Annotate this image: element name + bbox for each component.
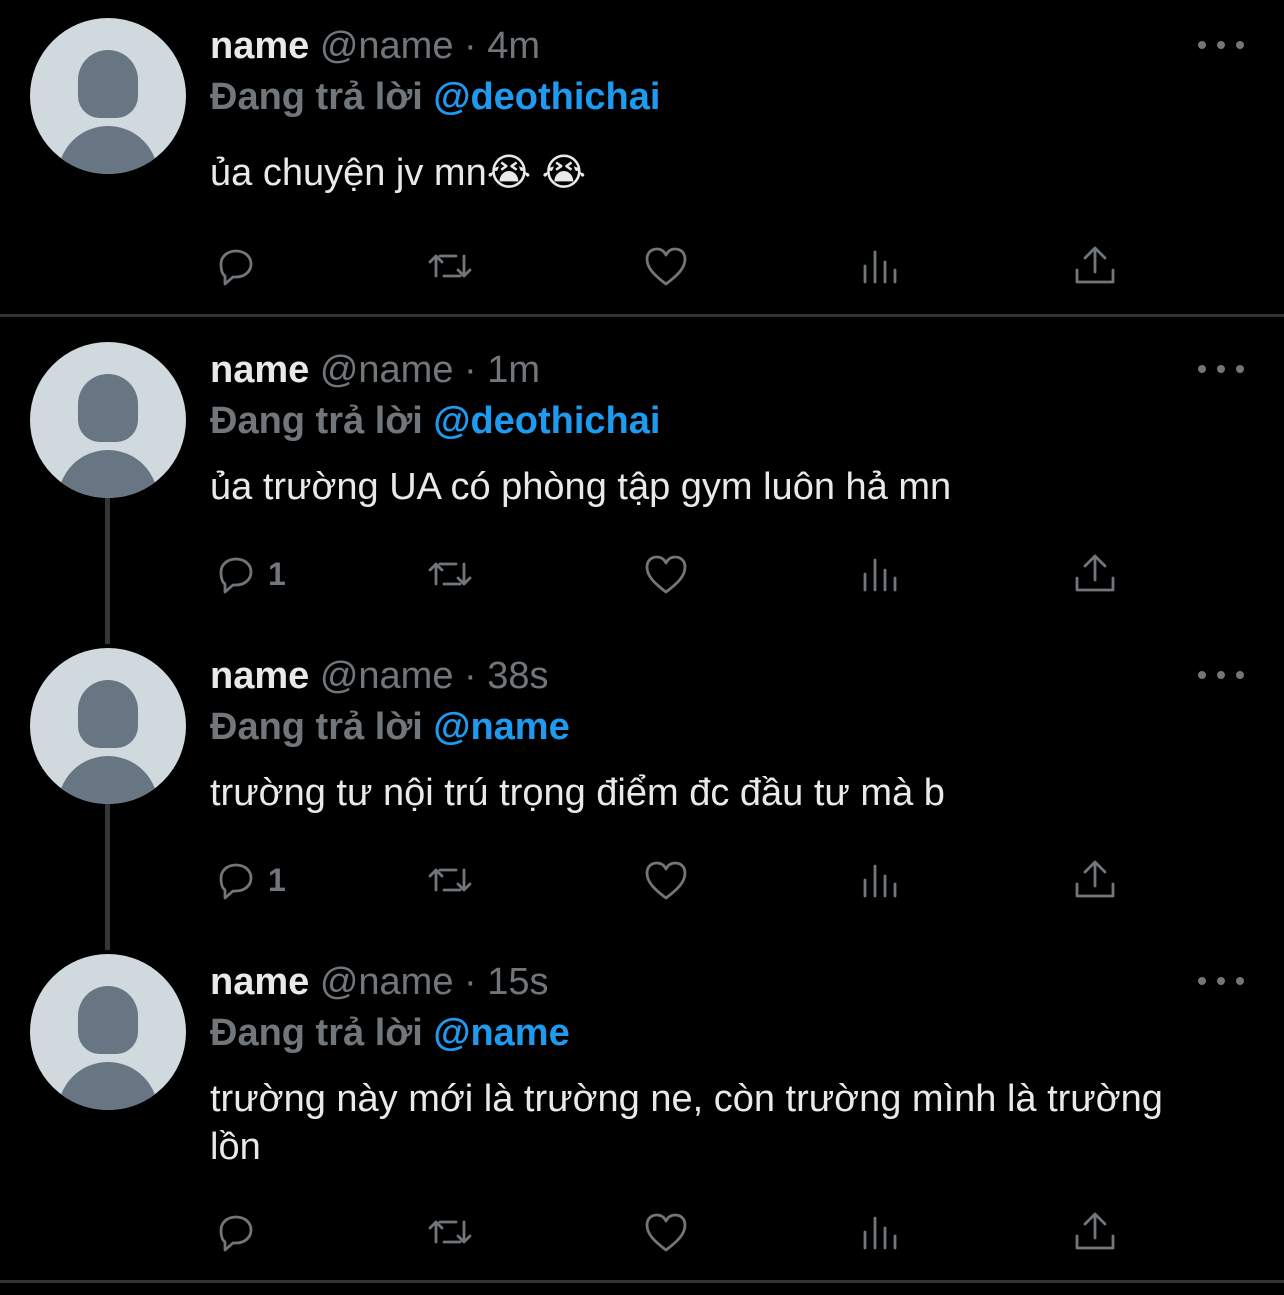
retweet-icon — [428, 562, 472, 586]
analytics-icon — [863, 1216, 897, 1250]
avatar[interactable] — [30, 648, 186, 804]
reply-icon — [219, 249, 253, 286]
mention-link[interactable]: @name — [433, 1012, 569, 1054]
like-icon — [645, 861, 687, 900]
replying-to-label: Đang trả lời — [210, 76, 423, 118]
replying-to-label: Đang trả lời — [210, 400, 423, 442]
avatar[interactable] — [30, 18, 186, 174]
replying-to: Đang trả lời @deothichai — [210, 398, 660, 444]
like-button[interactable] — [642, 549, 690, 599]
reply-button[interactable]: 1 — [212, 855, 286, 905]
divider — [0, 1280, 1284, 1283]
retweet-button[interactable] — [426, 241, 474, 291]
display-name[interactable]: name — [210, 961, 309, 1003]
display-name[interactable]: name — [210, 655, 309, 697]
timestamp[interactable]: 38s — [487, 655, 548, 697]
tweet-text: ủa chuyện jv mn😭 😭 — [210, 152, 587, 194]
reply-icon — [219, 557, 253, 594]
share-button[interactable] — [1071, 549, 1119, 599]
tweet-actions: 1 — [0, 855, 1284, 905]
reply-count: 1 — [268, 555, 286, 592]
reply-icon — [219, 863, 253, 900]
more-icon[interactable] — [1198, 33, 1244, 57]
tweet-text: trường tư nội trú trọng điểm đc đầu tư m… — [210, 772, 945, 814]
user-handle[interactable]: @name — [320, 961, 454, 1003]
analytics-button[interactable] — [857, 855, 905, 905]
tweet-text: ủa trường UA có phòng tập gym luôn hả mn — [210, 466, 952, 508]
share-icon — [1075, 860, 1115, 898]
user-handle[interactable]: @name — [320, 349, 454, 391]
tweet-header: name @name · 4m — [210, 23, 540, 69]
tweet[interactable]: name @name · 1m Đang trả lời @deothichai… — [0, 318, 1284, 624]
tweet-header: name @name · 15s — [210, 959, 549, 1005]
user-handle[interactable]: @name — [320, 655, 454, 697]
tweet[interactable]: name @name · 4m Đang trả lời @deothichai… — [0, 0, 1284, 316]
separator: · — [464, 655, 477, 697]
share-button[interactable] — [1071, 241, 1119, 291]
avatar[interactable] — [30, 954, 186, 1110]
analytics-button[interactable] — [857, 1207, 905, 1257]
display-name[interactable]: name — [210, 349, 309, 391]
reply-icon — [219, 1215, 253, 1252]
retweet-button[interactable] — [426, 549, 474, 599]
tweet-header: name @name · 1m — [210, 347, 540, 393]
like-button[interactable] — [642, 241, 690, 291]
retweet-icon — [428, 868, 472, 892]
analytics-icon — [863, 558, 897, 592]
mention-link[interactable]: @deothichai — [433, 400, 660, 442]
display-name[interactable]: name — [210, 25, 309, 67]
replying-to-label: Đang trả lời — [210, 1012, 423, 1054]
separator: · — [464, 961, 477, 1003]
replying-to: Đang trả lời @name — [210, 704, 570, 750]
share-icon — [1075, 1212, 1115, 1250]
retweet-button[interactable] — [426, 855, 474, 905]
share-button[interactable] — [1071, 855, 1119, 905]
separator: · — [464, 349, 477, 391]
like-button[interactable] — [642, 1207, 690, 1257]
separator: · — [464, 25, 477, 67]
timestamp[interactable]: 1m — [487, 349, 540, 391]
tweet[interactable]: name @name · 15s Đang trả lời @name trườ… — [0, 930, 1284, 1280]
reply-button[interactable]: 1 — [212, 549, 286, 599]
user-handle[interactable]: @name — [320, 25, 454, 67]
mention-link[interactable]: @deothichai — [433, 76, 660, 118]
more-icon[interactable] — [1198, 969, 1244, 993]
tweet-actions — [0, 1207, 1284, 1257]
share-icon — [1075, 246, 1115, 284]
reply-button[interactable] — [212, 1207, 268, 1257]
timestamp[interactable]: 4m — [487, 25, 540, 67]
like-icon — [645, 1213, 687, 1252]
replying-to-label: Đang trả lời — [210, 706, 423, 748]
tweet-text: trường này mới là trường ne, còn trường … — [210, 1078, 1163, 1168]
timestamp[interactable]: 15s — [487, 961, 548, 1003]
reply-button[interactable] — [212, 241, 268, 291]
tweet-actions: 1 — [0, 549, 1284, 599]
replying-to: Đang trả lời @name — [210, 1010, 570, 1056]
tweet-actions — [0, 241, 1284, 291]
analytics-button[interactable] — [857, 549, 905, 599]
replying-to: Đang trả lời @deothichai — [210, 74, 660, 120]
share-icon — [1075, 554, 1115, 592]
reply-count: 1 — [268, 861, 286, 898]
retweet-icon — [428, 254, 472, 278]
analytics-icon — [863, 864, 897, 898]
analytics-icon — [863, 250, 897, 284]
divider — [0, 314, 1284, 317]
like-icon — [645, 247, 687, 286]
retweet-button[interactable] — [426, 1207, 474, 1257]
like-icon — [645, 555, 687, 594]
like-button[interactable] — [642, 855, 690, 905]
more-icon[interactable] — [1198, 357, 1244, 381]
analytics-button[interactable] — [857, 241, 905, 291]
more-icon[interactable] — [1198, 663, 1244, 687]
tweet-header: name @name · 38s — [210, 653, 549, 699]
retweet-icon — [428, 1220, 472, 1244]
mention-link[interactable]: @name — [433, 706, 569, 748]
tweet[interactable]: name @name · 38s Đang trả lời @name trườ… — [0, 624, 1284, 930]
share-button[interactable] — [1071, 1207, 1119, 1257]
avatar[interactable] — [30, 342, 186, 498]
